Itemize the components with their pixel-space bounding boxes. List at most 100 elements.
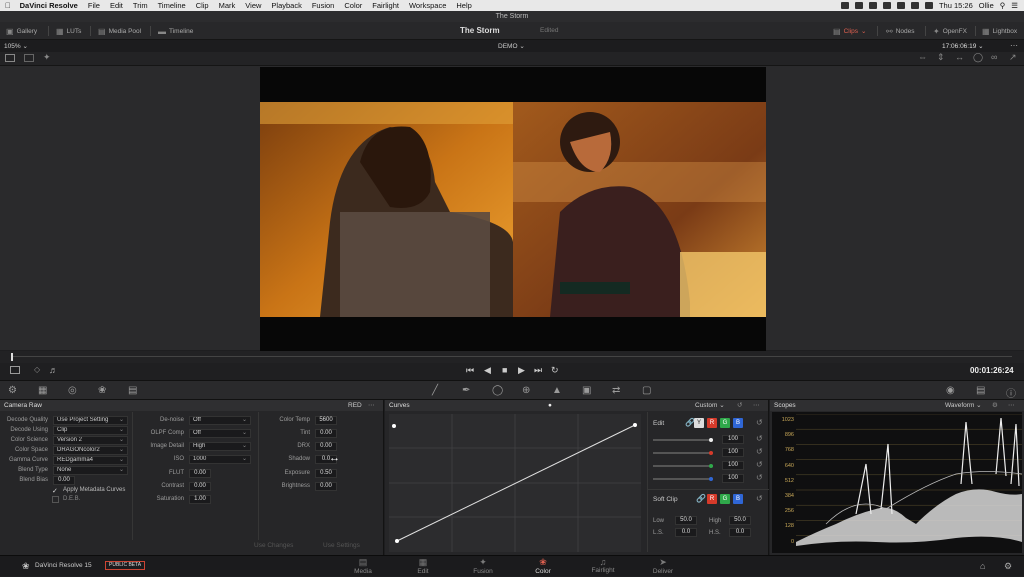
status-icon[interactable] [854,2,863,9]
sizing-icon[interactable]: ⇄ [612,385,620,396]
playhead[interactable] [11,353,13,361]
curves-icon[interactable]: ╱ [432,385,438,396]
clips-button[interactable]: ▤ Clips ⌄ [833,22,866,40]
settings-icon[interactable]: ⚙ [992,400,998,411]
volume-icon[interactable]: ♬ [49,365,58,375]
page-indicator-icon[interactable]: ● [548,400,552,411]
blur-icon[interactable]: ▲ [552,385,562,396]
denoise-dropdown[interactable]: Off ⌄ [189,416,251,425]
menu-fairlight[interactable]: Fairlight [367,1,404,10]
window-icon[interactable]: ◯ [492,385,503,396]
play-reverse-icon[interactable]: ◀ [484,365,491,376]
hs-field[interactable]: 0.0 [729,528,751,537]
3d-icon[interactable]: ▢ [642,385,651,396]
red-value[interactable]: 100 [722,448,744,457]
record-icon[interactable] [882,2,891,9]
brightness-field[interactable]: 0.00 [315,482,337,491]
go-to-start-icon[interactable]: ⏮ [466,365,474,376]
flut-field[interactable]: 0.00 [189,469,211,478]
ls-field[interactable]: 0.0 [675,528,697,537]
home-icon[interactable]: ⌂ [980,561,985,571]
zoom-level[interactable]: 105% ⌄ [4,42,28,50]
luts-button[interactable]: ▦ LUTs [56,22,81,40]
softclip-b-button[interactable]: B [733,494,743,504]
curve-graph[interactable] [389,414,641,552]
volume-icon[interactable] [910,2,919,9]
gallery-button[interactable]: ▣ Gallery [6,22,37,40]
menu-view[interactable]: View [240,1,266,10]
reset-icon[interactable]: ↺ [756,447,763,456]
page-fairlight[interactable]: ♫ Fairlight [573,556,633,577]
image-detail-dropdown[interactable]: High ⌄ [189,442,251,451]
blend-type-dropdown[interactable]: None ⌄ [53,466,128,475]
saturation-field[interactable]: 1.00 [189,495,211,504]
menu-workspace[interactable]: Workspace [404,1,451,10]
channel-r-button[interactable]: R [707,418,717,428]
more-options-icon[interactable]: ⋯ [753,400,760,411]
scope-type-dropdown[interactable]: Waveform ⌄ [945,400,982,411]
curve-mode-dropdown[interactable]: Custom ⌄ [695,400,725,411]
video-frame-image[interactable] [260,102,766,317]
alert-icon[interactable]: ⓘ [1006,385,1016,400]
page-media[interactable]: ▤ Media [333,556,393,577]
red-slider[interactable] [653,452,713,454]
timeline-button[interactable]: ▬ Timeline [158,22,193,40]
app-icon[interactable] [868,2,877,9]
flip-horizontal-icon[interactable]: ⇔ [918,52,927,62]
viewer-size-icon[interactable] [10,366,20,374]
curve-point-white[interactable] [633,423,637,427]
expand-icon[interactable]: ↗ [1009,52,1017,63]
color-space-dropdown[interactable]: DRAGONcolor2 ⌄ [53,446,128,455]
softclip-g-button[interactable]: G [720,494,730,504]
menu-fusion[interactable]: Fusion [307,1,340,10]
settings-icon[interactable]: ⚙ [1004,561,1012,572]
menu-timeline[interactable]: Timeline [153,1,191,10]
openfx-button[interactable]: ✦ OpenFX [933,22,967,40]
menu-mark[interactable]: Mark [214,1,241,10]
compare-icon[interactable]: ↔ [955,52,964,62]
softclip-r-button[interactable]: R [707,494,717,504]
color-temp-field[interactable]: 5600 [315,416,337,425]
menu-color[interactable]: Color [339,1,367,10]
nodes-button[interactable]: ⚯ Nodes [886,22,915,40]
luma-slider[interactable] [653,439,713,441]
exposure-field[interactable]: 0.50 [315,469,337,478]
low-field[interactable]: 50.0 [675,516,697,525]
dropbox-icon[interactable] [840,2,849,9]
source-timecode[interactable]: 17:06:06:19 ⌄ [942,42,984,50]
scrubber-track[interactable] [12,356,1012,357]
tracker-icon[interactable]: ⊕ [522,385,530,396]
checkbox-deb[interactable] [52,496,59,503]
layer-icon[interactable]: ◇ [34,365,40,374]
split-screen-icon[interactable] [24,54,34,62]
highlight-icon[interactable]: ✦ [43,52,51,63]
gamma-curve-dropdown[interactable]: REDgamma4 ⌄ [53,456,128,465]
use-settings-button[interactable]: Use Settings [323,542,360,549]
menu-playback[interactable]: Playback [266,1,306,10]
rgb-mixer-icon[interactable]: ❀ [98,385,106,396]
high-field[interactable]: 50.0 [729,516,751,525]
timeline-selector[interactable]: DEMO ⌄ [498,42,525,50]
info-icon[interactable]: ◉ [946,385,955,396]
green-value[interactable]: 100 [722,461,744,470]
loop-icon[interactable]: ↻ [551,365,559,376]
drx-field[interactable]: 0.00 [315,442,337,451]
menu-edit[interactable]: Edit [105,1,128,10]
battery-icon[interactable] [924,2,933,9]
menu-file[interactable]: File [83,1,105,10]
iso-dropdown[interactable]: 1000 ⌄ [189,455,251,464]
channel-g-button[interactable]: G [720,418,730,428]
page-deliver[interactable]: ➤ Deliver [633,556,693,577]
menu-app-name[interactable]: DaVinci Resolve [16,1,83,10]
viewer-mode-icon[interactable] [5,54,15,62]
curve-point-black[interactable] [395,539,399,543]
page-edit[interactable]: ▦ Edit [393,556,453,577]
page-color[interactable]: ❀ Color [513,556,573,577]
channel-y-button[interactable]: Y [694,418,704,428]
menu-help[interactable]: Help [451,1,476,10]
scopes-icon[interactable]: ▤ [976,385,985,396]
wifi-icon[interactable] [896,2,905,9]
menu-clip[interactable]: Clip [191,1,214,10]
green-slider[interactable] [653,465,713,467]
curve-handle[interactable] [392,424,396,428]
